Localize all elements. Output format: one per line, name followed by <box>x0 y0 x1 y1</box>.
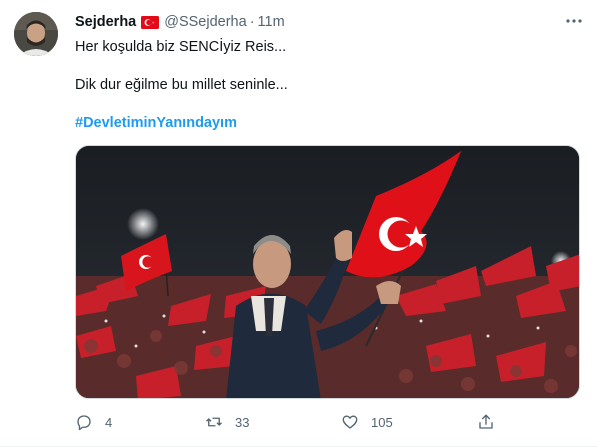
tweet-header: Sejderha @SSejderha · 11m <box>75 12 285 32</box>
tweet-timestamp[interactable]: 11m <box>258 14 285 30</box>
author-name[interactable]: Sejderha <box>75 14 136 30</box>
share-button[interactable] <box>477 413 505 431</box>
tweet-line: Dik dur eğilme bu millet seninle... <box>75 77 288 93</box>
more-options-icon[interactable] <box>565 12 583 30</box>
reply-button[interactable]: 4 <box>75 413 205 431</box>
separator-dot: · <box>249 14 255 30</box>
like-count: 105 <box>371 414 393 430</box>
tweet-actions: 4 33 105 <box>75 413 505 431</box>
heart-icon <box>342 415 358 429</box>
like-button[interactable]: 105 <box>341 413 477 431</box>
retweet-button[interactable]: 33 <box>205 413 341 431</box>
retweet-count: 33 <box>235 414 250 430</box>
tweet-text: Her koşulda biz SENCİyiz Reis... Dik dur… <box>75 38 575 133</box>
retweet-icon <box>206 417 222 427</box>
reply-icon <box>77 415 91 431</box>
avatar[interactable] <box>14 12 58 56</box>
author-handle[interactable]: @SSejderha <box>164 14 246 30</box>
tweet-card[interactable]: Sejderha @SSejderha · 11m Her koşulda bi… <box>0 0 597 447</box>
tweet-line: Her koşulda biz SENCİyiz Reis... <box>75 39 287 55</box>
share-icon <box>479 414 493 429</box>
reply-count: 4 <box>105 414 113 430</box>
turkey-flag-icon <box>141 15 160 29</box>
hashtag-link[interactable]: #DevletiminYanındayım <box>75 115 237 131</box>
tweet-photo[interactable] <box>75 145 580 399</box>
